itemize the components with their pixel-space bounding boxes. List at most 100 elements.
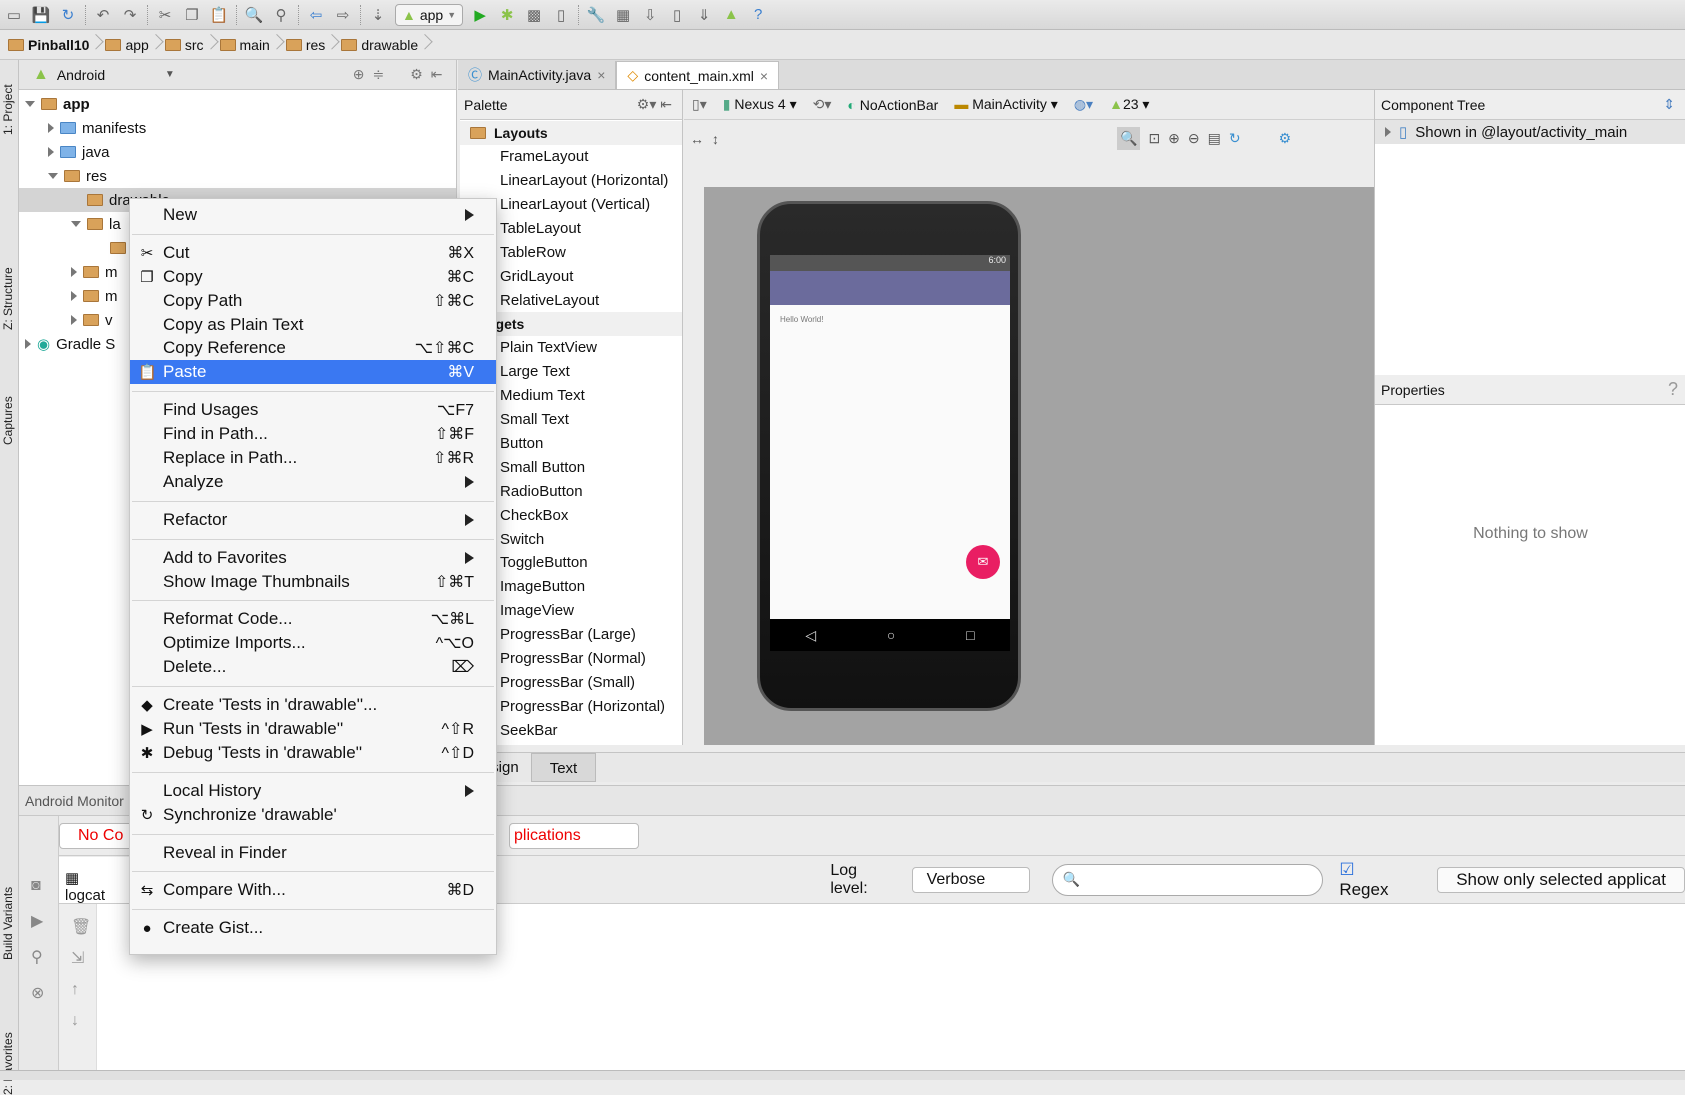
resize-vertical-icon[interactable]: ↕ — [712, 131, 719, 147]
expand-arrow-icon[interactable] — [25, 101, 35, 107]
menu-item-new[interactable]: New — [130, 203, 496, 227]
save-icon[interactable]: 💾 — [31, 5, 51, 25]
run-icon[interactable]: ▶ — [470, 5, 490, 25]
menu-item-refactor[interactable]: Refactor — [130, 508, 496, 532]
phone-screen[interactable]: 6:00 Hello World! ✉ ◁ ○ □ — [770, 255, 1010, 651]
gear-icon[interactable]: ⚙ — [1279, 130, 1292, 147]
api-select[interactable]: ▲23 ▾ — [1109, 96, 1149, 113]
palette-section[interactable]: Layouts — [460, 121, 682, 145]
orientation-icon[interactable]: ⟲▾ — [813, 96, 832, 113]
regex-checkbox[interactable]: ☑ Regex — [1339, 860, 1407, 900]
debug-icon[interactable]: ✱ — [497, 5, 517, 25]
tree-item[interactable]: java — [19, 140, 456, 164]
refresh-icon[interactable]: ↻ — [1229, 130, 1241, 147]
palette-item[interactable]: FrameLayout — [460, 145, 682, 169]
logcat-search-input[interactable]: 🔍 — [1051, 863, 1324, 896]
expand-arrow-icon[interactable] — [71, 267, 77, 277]
attach-icon[interactable]: ▩ — [524, 5, 544, 25]
cut-icon[interactable]: ✂ — [155, 5, 175, 25]
trash-icon[interactable]: 🗑 — [71, 912, 96, 943]
show-only-selected-select[interactable]: Show only selected applicat — [1437, 866, 1685, 893]
expand-icon[interactable]: ⇕ — [1663, 96, 1675, 113]
sync-icon[interactable]: ↻ — [58, 5, 78, 25]
fab-mail-button[interactable]: ✉ — [966, 545, 1000, 579]
replace-icon[interactable]: ⚲ — [271, 5, 291, 25]
gear-icon[interactable]: ⚙ — [410, 66, 423, 83]
project-tool-tab[interactable]: 1: Project — [1, 84, 15, 135]
expand-arrow-icon[interactable] — [48, 173, 58, 179]
menu-item-local-history[interactable]: Local History — [130, 779, 496, 803]
palette-item[interactable]: LinearLayout (Horizontal) — [460, 169, 682, 193]
soft-wrap-icon[interactable]: ⇲ — [71, 943, 96, 974]
menu-item-copy-as-plain-text[interactable]: Copy as Plain Text — [130, 313, 496, 337]
device-monitor-icon[interactable]: ▯ — [551, 5, 571, 25]
help-icon[interactable]: ? — [1668, 379, 1678, 400]
project-view-select[interactable]: Android — [57, 67, 157, 83]
redo-icon[interactable]: ↷ — [120, 5, 140, 25]
theme-select[interactable]: ◐ NoActionBar — [847, 97, 938, 113]
structure-tool-tab[interactable]: Z: Structure — [1, 267, 15, 330]
avd-icon[interactable]: ▯ — [667, 5, 687, 25]
tree-item[interactable]: manifests — [19, 116, 456, 140]
screenshot-icon[interactable]: ▤ — [1208, 130, 1221, 147]
breadcrumb-item[interactable]: drawable — [339, 37, 432, 53]
menu-item-copy[interactable]: ❐ Copy ⌘C — [130, 265, 496, 289]
resize-horizontal-icon[interactable]: ↔ — [690, 131, 704, 147]
record-icon[interactable]: ▶ — [31, 904, 58, 940]
locale-icon[interactable]: ◍▾ — [1074, 96, 1093, 113]
open-icon[interactable]: ▭ — [4, 5, 24, 25]
menu-item-analyze[interactable]: Analyze — [130, 470, 496, 494]
camera-icon[interactable]: ◙ — [31, 868, 58, 904]
app-select[interactable]: plications — [509, 822, 639, 849]
sdk-icon[interactable]: ⇩ — [640, 5, 660, 25]
expand-arrow-icon[interactable] — [71, 315, 77, 325]
captures-tool-tab[interactable]: Captures — [1, 396, 15, 445]
find-icon[interactable]: 🔍 — [244, 5, 264, 25]
paste-icon[interactable]: 📋 — [209, 5, 229, 25]
gradle-sync-icon[interactable]: ⇓ — [694, 5, 714, 25]
tree-item[interactable]: app — [19, 92, 456, 116]
run-config-select[interactable]: ▲ app ▼ — [395, 3, 464, 26]
tab-text[interactable]: Text — [530, 753, 597, 782]
menu-item-compare-with[interactable]: ⇆ Compare With... ⌘D — [130, 878, 496, 902]
expand-arrow-icon[interactable] — [25, 339, 31, 349]
expand-arrow-icon[interactable] — [71, 291, 77, 301]
menu-item-find-in-path[interactable]: Find in Path... ⇧⌘F — [130, 422, 496, 446]
menu-item-debug-tests-in-drawable[interactable]: ✱ Debug 'Tests in 'drawable'' ^⇧D — [130, 741, 496, 765]
make-icon[interactable]: ⇣ — [368, 5, 388, 25]
expand-arrow-icon[interactable] — [71, 221, 81, 227]
zoom-fit-icon[interactable]: 🔍 — [1117, 127, 1141, 150]
settings-icon[interactable]: 🔧 — [586, 5, 606, 25]
breadcrumb-item[interactable]: res — [284, 37, 339, 53]
menu-item-add-to-favorites[interactable]: Add to Favorites — [130, 546, 496, 570]
breadcrumb-item[interactable]: src — [163, 37, 218, 53]
terminate-icon[interactable]: ⊗ — [31, 976, 58, 1012]
menu-item-optimize-imports[interactable]: Optimize Imports... ^⌥O — [130, 631, 496, 655]
chevron-down-icon[interactable]: ▼ — [165, 69, 175, 80]
component-tree-item[interactable]: ▯ Shown in @layout/activity_main — [1375, 120, 1685, 144]
zoom-out-icon[interactable]: ⊖ — [1188, 130, 1200, 147]
favorites-tool-tab[interactable]: 2: Favorites — [1, 1032, 15, 1095]
close-icon[interactable]: × — [597, 67, 605, 83]
menu-item-find-usages[interactable]: Find Usages ⌥F7 — [130, 398, 496, 422]
expand-arrow-icon[interactable] — [48, 123, 54, 133]
zoom-actual-icon[interactable]: ⊡ — [1148, 130, 1160, 147]
menu-item-synchronize-drawable[interactable]: ↻ Synchronize 'drawable' — [130, 803, 496, 827]
build-variants-tool-tab[interactable]: Build Variants — [1, 887, 15, 960]
menu-item-reveal-in-finder[interactable]: Reveal in Finder — [130, 841, 496, 865]
tree-item[interactable]: res — [19, 164, 456, 188]
breadcrumb-item[interactable]: app — [103, 37, 162, 53]
copy-icon[interactable]: ❐ — [182, 5, 202, 25]
breadcrumb-item[interactable]: Pinball10 — [6, 37, 103, 53]
hide-icon[interactable]: ⇤ — [431, 66, 443, 83]
device-config-icon[interactable]: ▯▾ — [692, 96, 707, 113]
device-select[interactable]: ▮ Nexus 4 ▾ — [723, 96, 797, 113]
help-icon[interactable]: ? — [748, 5, 768, 25]
menu-item-show-image-thumbnails[interactable]: Show Image Thumbnails ⇧⌘T — [130, 570, 496, 594]
menu-item-reformat-code[interactable]: Reformat Code... ⌥⌘L — [130, 607, 496, 631]
menu-item-cut[interactable]: ✂ Cut ⌘X — [130, 241, 496, 265]
expand-arrow-icon[interactable] — [48, 147, 54, 157]
close-icon[interactable]: × — [760, 68, 768, 84]
expand-arrow-icon[interactable] — [1385, 127, 1391, 137]
android-icon[interactable]: ▲ — [721, 5, 741, 25]
